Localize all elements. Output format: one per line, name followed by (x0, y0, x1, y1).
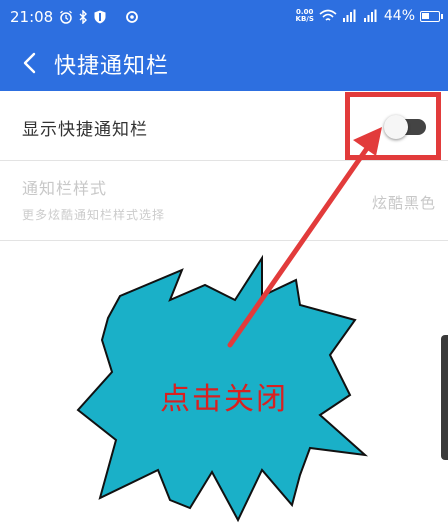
chevron-left-icon[interactable] (18, 49, 42, 77)
battery-percent: 44% (383, 8, 415, 24)
bluetooth-icon (79, 10, 88, 24)
status-left: 21:08 (10, 8, 140, 26)
page-title: 快捷通知栏 (54, 54, 170, 79)
signal-3g-icon (363, 9, 377, 22)
highlight-box (345, 92, 441, 160)
setting-row-notification-style[interactable]: 通知栏样式 更多炫酷通知栏样式选择 炫酷黑色 (0, 161, 448, 241)
show-quick-bar-label: 显示快捷通知栏 (22, 120, 148, 140)
annotation-callout-text: 点击关闭 (160, 382, 288, 417)
alarm-icon (60, 10, 73, 24)
status-bar: 21:08 0.00 KB/S 44% (0, 0, 448, 35)
notification-style-subtitle: 更多炫酷通知栏样式选择 (22, 208, 166, 222)
status-right: 0.00 KB/S 44% (296, 8, 443, 24)
notification-style-value: 炫酷黑色 (371, 194, 436, 212)
status-time: 21:08 (10, 8, 54, 26)
battery-fill (422, 12, 429, 19)
shield-icon (94, 10, 106, 24)
wifi-icon (319, 9, 337, 21)
side-edge-handle (441, 335, 448, 460)
sync-icon (126, 11, 139, 23)
network-speed: 0.00 KB/S (296, 9, 314, 23)
battery-icon (420, 10, 443, 22)
app-bar: 快捷通知栏 (0, 35, 448, 91)
notification-style-title: 通知栏样式 (22, 179, 108, 198)
network-speed-unit: KB/S (295, 15, 314, 23)
signal-4g-icon (342, 9, 356, 22)
